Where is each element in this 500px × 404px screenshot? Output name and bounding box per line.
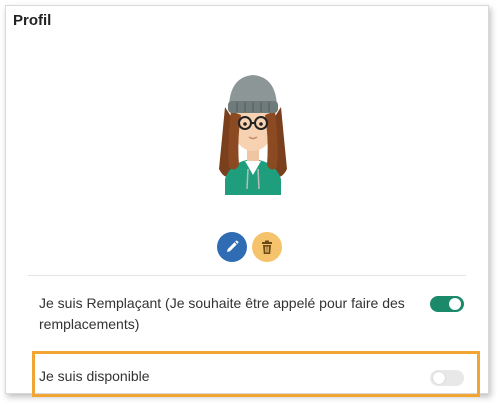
remplacant-toggle[interactable] bbox=[430, 296, 464, 312]
card-title: Profil bbox=[13, 12, 52, 29]
profile-card: Profil Je suis Remplaçant (Je souhaite ê… bbox=[5, 5, 489, 397]
section-divider bbox=[28, 275, 466, 276]
disponible-toggle[interactable] bbox=[430, 370, 464, 386]
remplacant-label: Je suis Remplaçant (Je souhaite être app… bbox=[39, 295, 405, 332]
trash-icon bbox=[262, 240, 272, 254]
edit-avatar-button[interactable] bbox=[217, 232, 247, 262]
pencil-icon bbox=[227, 240, 239, 252]
delete-avatar-button[interactable] bbox=[252, 232, 282, 262]
disponible-label: Je suis disponible bbox=[39, 368, 150, 384]
avatar bbox=[219, 75, 287, 195]
toggle-knob bbox=[449, 298, 461, 310]
toggle-knob bbox=[433, 372, 445, 384]
